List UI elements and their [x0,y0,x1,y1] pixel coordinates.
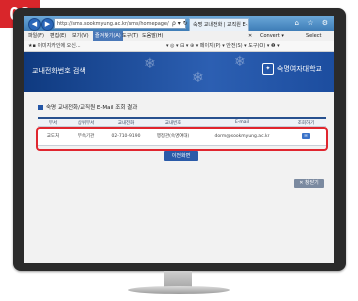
monitor-stand [164,271,192,287]
page-title: 교내전화번호 검색 [32,67,86,75]
select-button[interactable]: Select [306,31,321,41]
column-header: 조회하기 [286,117,326,127]
column-header: 교내전화 [104,117,148,127]
tab-current[interactable]: 숙명 교내전화 | 교직원 E-... [189,18,249,31]
command-bar-tools[interactable]: ▾ ◎ ▾ ⊟ ▾ ⊕ ▾ 페이지(P) ▾ 안전(S) ▾ 도구(O) ▾ ❷… [166,41,280,51]
close-window-button[interactable]: ✕ 창닫기 [294,179,324,188]
browser-titlebar: ◀ ▶ http://sms.sookmyung.ac.kr/sms/homep… [24,16,334,31]
address-bar[interactable]: http://sms.sookmyung.ac.kr/sms/homepage/ [54,18,186,29]
column-header: E-mail [198,117,286,127]
menu-favorites[interactable]: 즐겨찾기(A) [93,31,123,41]
monitor-base [128,286,230,294]
snowflake-icon: ❄ [144,56,156,72]
highlight-box [36,127,328,151]
table-header-row: 부서 상위부서 교내전화 교내번호 E-mail 조회하기 [38,117,326,127]
column-header: 상위부서 [68,117,104,127]
command-bar: ★▪ 이미지카인에 오신... ▾ ◎ ▾ ⊟ ▾ ⊕ ▾ 페이지(P) ▾ 안… [24,41,334,52]
snowflake-icon: ❄ [192,70,204,86]
logo-text: 숙명여자대학교 [276,65,322,73]
menu-close-icon[interactable]: ✕ [248,31,252,41]
browser-window: ◀ ▶ http://sms.sookmyung.ac.kr/sms/homep… [24,16,334,263]
column-header: 교내번호 [148,117,198,127]
menu-file[interactable]: 파일(F) [28,31,44,41]
menu-tools[interactable]: 도구(T) [122,31,138,41]
browser-window-controls[interactable]: ⌂ ☆ ⚙ [295,18,331,29]
university-logo[interactable]: ✦ 숙명여자대학교 [261,63,322,75]
menu-help[interactable]: 도움말(H) [142,31,163,41]
forward-icon[interactable]: ▶ [41,18,54,31]
column-header: 부서 [38,117,68,127]
address-bar-icons[interactable]: ρ ▾ ↻ [172,18,188,29]
previous-page-button[interactable]: 이전화면 [164,151,198,161]
favorites-bar-item[interactable]: ★▪ 이미지카인에 오신... [28,41,81,51]
snowflake-icon: ❄ [234,54,246,70]
convert-button[interactable]: Convert ▾ [260,31,284,41]
emblem-icon: ✦ [261,63,274,75]
section-title: 숙명 교내전화/교직원 E-Mail 조회 결과 [38,103,137,111]
back-icon[interactable]: ◀ [28,18,41,31]
menu-view[interactable]: 보기(V) [72,31,89,41]
menu-edit[interactable]: 편집(E) [50,31,66,41]
bullet-icon [38,105,43,110]
